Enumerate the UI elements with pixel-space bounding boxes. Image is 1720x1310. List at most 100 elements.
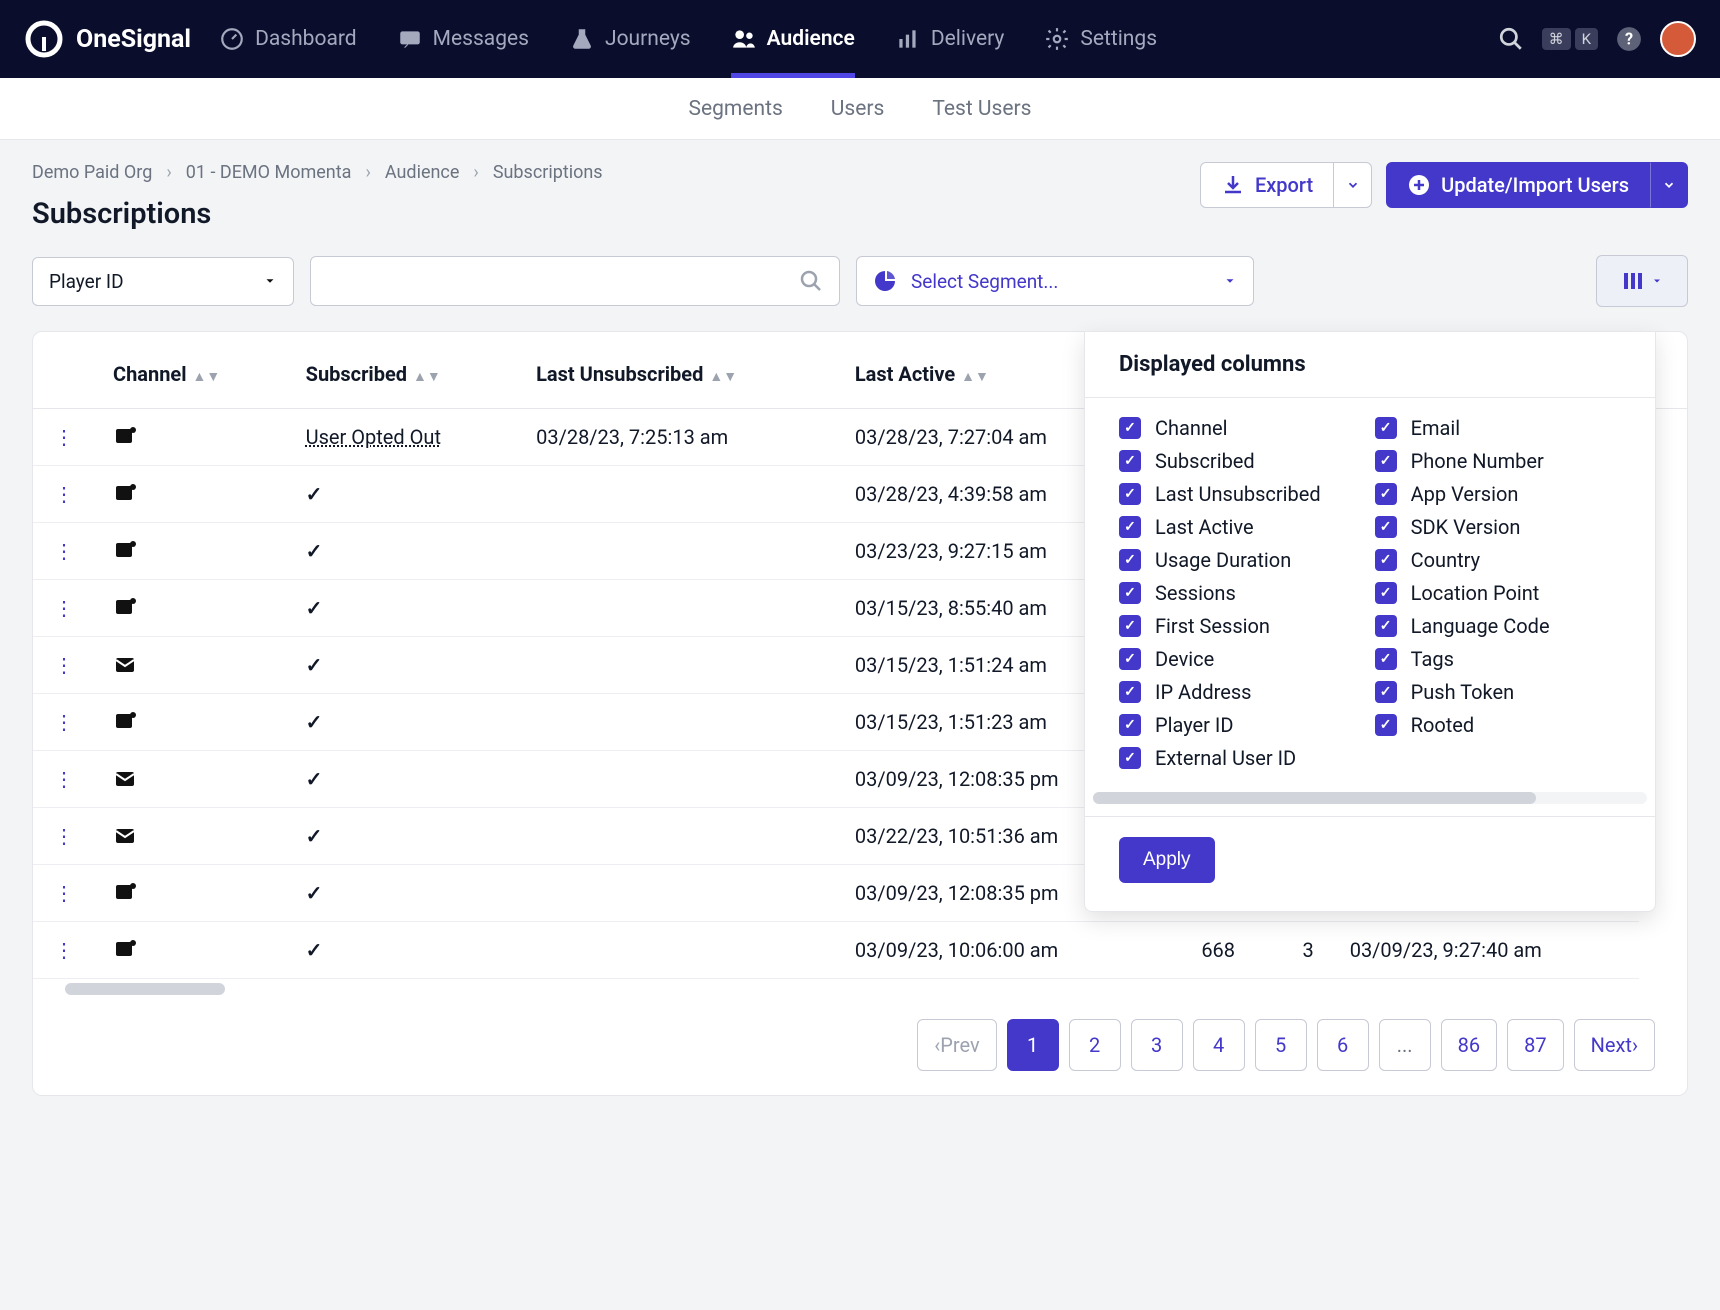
segment-select[interactable]: Select Segment... [856, 256, 1254, 306]
row-menu-icon[interactable]: ⋮ [54, 938, 74, 962]
column-toggle[interactable]: ✓Push Token [1375, 680, 1550, 704]
column-toggle[interactable]: ✓App Version [1375, 482, 1550, 506]
checkbox-checked-icon: ✓ [1375, 681, 1397, 703]
column-toggle[interactable]: ✓ Channel [1119, 416, 1321, 440]
player-id-select[interactable]: Player ID [32, 257, 294, 306]
column-toggle[interactable]: ✓Last Active [1119, 515, 1321, 539]
nav-settings[interactable]: Settings [1044, 0, 1157, 78]
column-toggle[interactable]: ✓Language Code [1375, 614, 1550, 638]
page-5[interactable]: 5 [1255, 1019, 1307, 1071]
column-toggle[interactable]: ✓Phone Number [1375, 449, 1550, 473]
column-toggle[interactable]: ✓Email [1375, 416, 1550, 440]
cell-col6: 668 [1159, 922, 1253, 979]
export-button[interactable]: Export [1200, 162, 1334, 208]
page-6[interactable]: 6 [1317, 1019, 1369, 1071]
breadcrumb-item[interactable]: Demo Paid Org [32, 162, 152, 183]
column-toggle[interactable]: ✓ IP Address [1119, 680, 1321, 704]
page-4[interactable]: 4 [1193, 1019, 1245, 1071]
column-toggle-label: Tags [1411, 647, 1454, 671]
subnav-test-users[interactable]: Test Users [932, 97, 1031, 121]
caret-down-icon [1223, 274, 1237, 288]
help-icon[interactable]: ? [1616, 26, 1642, 52]
checkbox-checked-icon: ✓ [1119, 417, 1141, 439]
subnav-segments[interactable]: Segments [689, 97, 783, 121]
page-ellipsis[interactable]: ... [1379, 1019, 1431, 1071]
column-toggle[interactable]: ✓Rooted [1375, 713, 1550, 737]
row-menu-icon[interactable]: ⋮ [54, 539, 74, 563]
column-toggle[interactable]: ✓Sessions [1119, 581, 1321, 605]
next-button[interactable]: Next › [1574, 1019, 1655, 1071]
caret-down-icon [263, 274, 277, 288]
column-toggle-label: Usage Duration [1155, 548, 1291, 572]
row-menu-icon[interactable]: ⋮ [54, 482, 74, 506]
row-menu-icon[interactable]: ⋮ [54, 653, 74, 677]
page-87[interactable]: 87 [1507, 1019, 1563, 1071]
subnav-users[interactable]: Users [831, 97, 885, 121]
nav-audience[interactable]: Audience [731, 0, 855, 78]
columns-button[interactable] [1596, 255, 1688, 307]
breadcrumb-item[interactable]: Audience [385, 162, 460, 183]
email-channel-icon [113, 653, 270, 677]
cell-last-unsub: 03/28/23, 7:25:13 am [518, 409, 837, 466]
row-menu-icon[interactable]: ⋮ [54, 881, 74, 905]
sort-icon: ▲▼ [961, 369, 989, 385]
avatar[interactable] [1660, 21, 1696, 57]
page-3[interactable]: 3 [1131, 1019, 1183, 1071]
column-toggle[interactable]: ✓First Session [1119, 614, 1321, 638]
page-2[interactable]: 2 [1069, 1019, 1121, 1071]
cell-last-unsub [518, 922, 837, 979]
check-icon: ✓ [306, 938, 323, 962]
search-icon [799, 269, 823, 293]
cell-col8: 03/09/23, 9:27:40 am [1332, 922, 1639, 979]
update-caret[interactable] [1650, 162, 1688, 208]
update-import-button[interactable]: Update/Import Users [1386, 162, 1650, 208]
checkbox-checked-icon: ✓ [1119, 450, 1141, 472]
opted-out-label[interactable]: User Opted Out [306, 425, 441, 449]
page-1[interactable]: 1 [1007, 1019, 1059, 1071]
column-toggle[interactable]: ✓Last Unsubscribed [1119, 482, 1321, 506]
column-header[interactable]: Subscribed▲▼ [288, 332, 518, 409]
column-toggle-label: External User ID [1155, 746, 1296, 770]
nav-label: Messages [433, 27, 529, 51]
breadcrumb-item: Subscriptions [493, 162, 603, 183]
checkbox-checked-icon: ✓ [1119, 681, 1141, 703]
search-icon[interactable] [1498, 26, 1524, 52]
column-toggle[interactable]: ✓Device [1119, 647, 1321, 671]
column-toggle[interactable]: ✓Location Point [1375, 581, 1550, 605]
column-toggle[interactable]: ✓External User ID [1119, 746, 1321, 770]
breadcrumb-item[interactable]: 01 - DEMO Momenta [186, 162, 352, 183]
check-icon: ✓ [306, 539, 323, 563]
row-menu-icon[interactable]: ⋮ [54, 767, 74, 791]
column-toggle[interactable]: ✓Tags [1375, 647, 1550, 671]
column-toggle[interactable]: ✓Player ID [1119, 713, 1321, 737]
page-86[interactable]: 86 [1441, 1019, 1497, 1071]
column-toggle[interactable]: ✓Subscribed [1119, 449, 1321, 473]
nav-delivery[interactable]: Delivery [895, 0, 1005, 78]
nav-dashboard[interactable]: Dashboard [219, 0, 357, 78]
table-row: ⋮ ✓ 03/09/23, 10:06:00 am 668 3 03/09/23… [33, 922, 1687, 979]
popover-title: Displayed columns [1085, 332, 1655, 398]
column-toggle-label: IP Address [1155, 680, 1251, 704]
row-menu-icon[interactable]: ⋮ [54, 710, 74, 734]
nav-journeys[interactable]: Journeys [569, 0, 691, 78]
column-header[interactable]: Channel▲▼ [95, 332, 288, 409]
row-menu-icon[interactable]: ⋮ [54, 425, 74, 449]
row-menu-icon[interactable]: ⋮ [54, 824, 74, 848]
column-toggle-label: Channel [1155, 416, 1227, 440]
brand[interactable]: OneSignal [24, 19, 191, 59]
checkbox-checked-icon: ✓ [1119, 516, 1141, 538]
horizontal-scrollbar[interactable] [65, 983, 1655, 995]
cell-last-unsub [518, 751, 837, 808]
column-toggle[interactable]: ✓Usage Duration [1119, 548, 1321, 572]
nav-messages[interactable]: Messages [397, 0, 529, 78]
column-toggle[interactable]: ✓Country [1375, 548, 1550, 572]
checkbox-checked-icon: ✓ [1119, 615, 1141, 637]
popover-scrollbar[interactable] [1093, 792, 1647, 804]
search-input[interactable] [310, 256, 840, 306]
row-menu-icon[interactable]: ⋮ [54, 596, 74, 620]
apply-button[interactable]: Apply [1119, 837, 1215, 883]
check-icon: ✓ [306, 482, 323, 506]
column-header[interactable]: Last Unsubscribed▲▼ [518, 332, 837, 409]
export-caret[interactable] [1334, 162, 1372, 208]
column-toggle[interactable]: ✓SDK Version [1375, 515, 1550, 539]
